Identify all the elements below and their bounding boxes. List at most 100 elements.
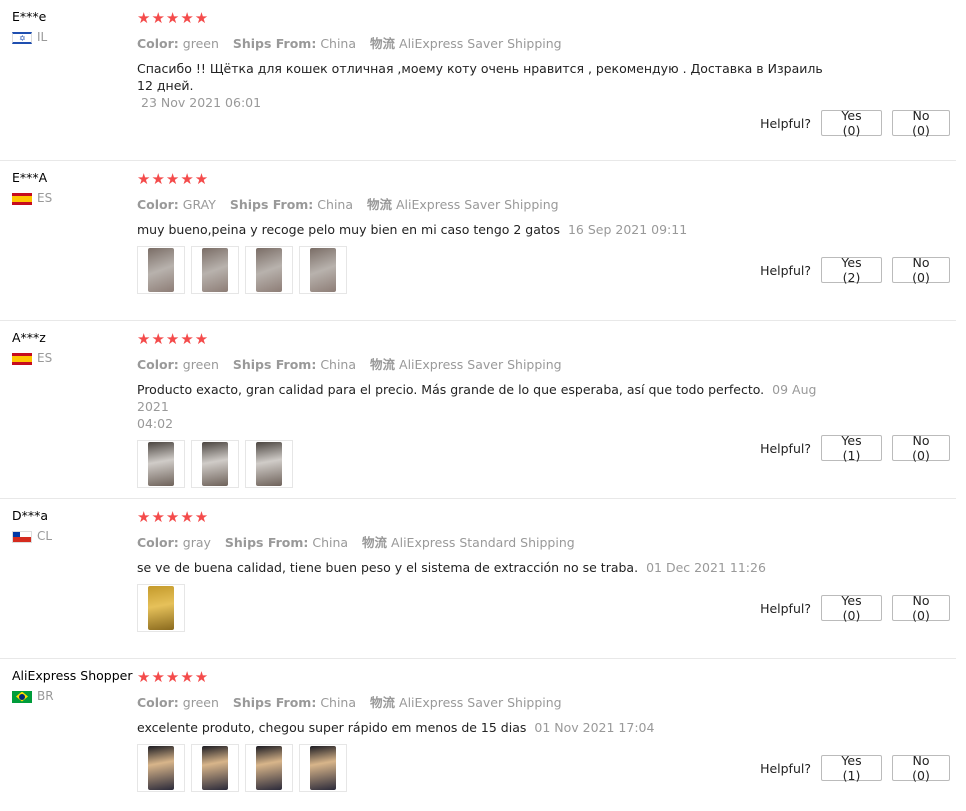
review-photo-thumbnail[interactable] [245, 744, 293, 792]
color-label: Color: [137, 197, 179, 212]
reviewer-info: E***e IL [12, 9, 137, 45]
star-rating: ★★★★★ [137, 668, 210, 686]
review-date: 01 Dec 2021 11:26 [646, 560, 766, 575]
review-photo-thumbnail[interactable] [137, 440, 185, 488]
review-photo-thumbnail[interactable] [245, 246, 293, 294]
helpful-label: Helpful? [760, 115, 811, 131]
ships-from-value: China [320, 36, 357, 51]
logistics-label: 物流 [370, 695, 396, 710]
review-photo-thumbnail[interactable] [299, 744, 347, 792]
flag-br-icon [12, 690, 32, 703]
reviewer-info: E***A ES [12, 170, 137, 206]
helpful-label: Helpful? [760, 262, 811, 278]
reviewer-country: BR [12, 689, 137, 704]
review-photo-thumbnail[interactable] [137, 744, 185, 792]
star-rating: ★★★★★ [137, 170, 210, 188]
review-photo-thumbnail[interactable] [299, 246, 347, 294]
review-content: Producto exacto, gran calidad para el pr… [137, 382, 765, 397]
helpful-controls: Helpful? Yes (2) No (0) [760, 255, 950, 285]
helpful-no-button[interactable]: No (0) [892, 255, 950, 285]
review-photo-thumbnail[interactable] [245, 440, 293, 488]
reviewer-country: CL [12, 529, 137, 544]
review-content: se ve de buena calidad, tiene buen peso … [137, 560, 639, 575]
review-photos [137, 440, 837, 488]
review-item: A***z ES ★★★★★ Color: green Ships From: … [0, 321, 956, 499]
review-text: se ve de buena calidad, tiene buen peso … [137, 559, 837, 576]
helpful-yes-button[interactable]: Yes (2) [821, 255, 882, 285]
star-rating: ★★★★★ [137, 9, 210, 27]
review-photo-thumbnail[interactable] [137, 584, 185, 632]
helpful-no-button[interactable]: No (0) [892, 753, 950, 783]
review-body: ★★★★★ Color: GRAY Ships From: China 物流 A… [137, 171, 837, 294]
flag-es-icon [12, 352, 32, 365]
reviewer-name: D***a [12, 508, 49, 523]
review-content: excelente produto, chegou super rápido e… [137, 720, 527, 735]
reviewer-name: A***z [12, 330, 46, 345]
ships-from-label: Ships From: [232, 695, 317, 710]
helpful-no-button[interactable]: No (0) [892, 593, 950, 623]
ships-from-value: China [320, 357, 357, 372]
review-text: Producto exacto, gran calidad para el pr… [137, 381, 827, 432]
helpful-yes-button[interactable]: Yes (0) [821, 108, 882, 138]
star-rating: ★★★★★ [137, 330, 210, 348]
helpful-no-button[interactable]: No (0) [892, 433, 950, 463]
review-item: E***e IL ★★★★★ Color: green Ships From: … [0, 0, 956, 161]
color-label: Color: [137, 36, 179, 51]
reviewer-name: E***A [12, 170, 48, 185]
ships-from-label: Ships From: [224, 535, 309, 550]
review-content: muy bueno,peina y recoge pelo muy bien e… [137, 222, 560, 237]
review-body: ★★★★★ Color: gray Ships From: China 物流 A… [137, 509, 837, 632]
star-rating: ★★★★★ [137, 508, 210, 526]
review-date: 23 Nov 2021 06:01 [141, 95, 262, 110]
helpful-controls: Helpful? Yes (1) No (0) [760, 753, 950, 783]
review-item: AliExpress Shopper BR ★★★★★ Color: green… [0, 659, 956, 811]
color-value: GRAY [182, 197, 216, 212]
color-value: gray [182, 535, 211, 550]
review-date: 01 Nov 2021 17:04 [534, 720, 655, 735]
review-attributes: Color: GRAY Ships From: China 物流 AliExpr… [137, 196, 837, 213]
shipping-method: AliExpress Saver Shipping [399, 36, 562, 51]
review-date-time: 04:02 [137, 416, 174, 431]
country-code: ES [37, 351, 53, 365]
review-date: 16 Sep 2021 09:11 [567, 222, 688, 237]
helpful-yes-button[interactable]: Yes (1) [821, 433, 882, 463]
helpful-label: Helpful? [760, 600, 811, 616]
reviewer-country: ES [12, 351, 137, 366]
helpful-controls: Helpful? Yes (1) No (0) [760, 433, 950, 463]
ships-from-value: China [320, 695, 357, 710]
country-code: IL [37, 30, 48, 44]
review-body: ★★★★★ Color: green Ships From: China 物流 … [137, 10, 837, 111]
helpful-controls: Helpful? Yes (0) No (0) [760, 108, 950, 138]
review-content: Спасибо !! Щётка для кошек отличная ,мое… [137, 61, 823, 93]
review-photo-thumbnail[interactable] [191, 440, 239, 488]
color-label: Color: [137, 695, 179, 710]
ships-from-value: China [317, 197, 354, 212]
helpful-yes-button[interactable]: Yes (0) [821, 593, 882, 623]
logistics-label: 物流 [367, 197, 393, 212]
review-attributes: Color: green Ships From: China 物流 AliExp… [137, 35, 837, 52]
logistics-label: 物流 [362, 535, 388, 550]
helpful-yes-button[interactable]: Yes (1) [821, 753, 882, 783]
country-code: BR [37, 689, 54, 703]
review-photos [137, 246, 837, 294]
shipping-method: AliExpress Saver Shipping [399, 695, 562, 710]
review-attributes: Color: gray Ships From: China 物流 AliExpr… [137, 534, 837, 551]
helpful-no-button[interactable]: No (0) [892, 108, 950, 138]
reviewer-country: ES [12, 191, 137, 206]
country-code: CL [37, 529, 53, 543]
review-photo-thumbnail[interactable] [191, 246, 239, 294]
review-attributes: Color: green Ships From: China 物流 AliExp… [137, 356, 837, 373]
reviewer-country: IL [12, 30, 137, 45]
review-body: ★★★★★ Color: green Ships From: China 物流 … [137, 331, 837, 488]
flag-il-icon [12, 31, 32, 44]
review-photo-thumbnail[interactable] [137, 246, 185, 294]
review-photo-thumbnail[interactable] [191, 744, 239, 792]
helpful-controls: Helpful? Yes (0) No (0) [760, 593, 950, 623]
ships-from-label: Ships From: [232, 357, 317, 372]
helpful-label: Helpful? [760, 440, 811, 456]
ships-from-label: Ships From: [229, 197, 314, 212]
color-label: Color: [137, 535, 179, 550]
review-photos [137, 584, 837, 632]
reviewer-info: A***z ES [12, 330, 137, 366]
color-value: green [182, 36, 219, 51]
